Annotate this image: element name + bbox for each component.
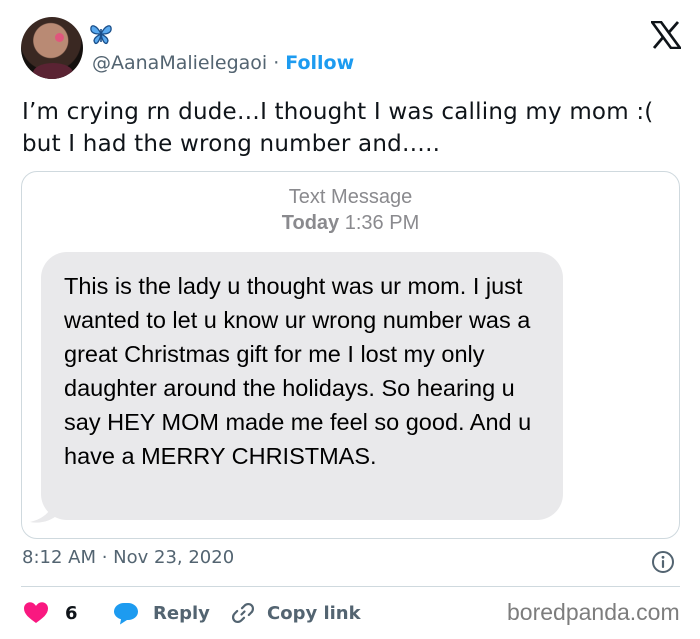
link-icon [231,602,255,624]
info-icon[interactable] [651,550,675,574]
handle-separator: · [273,52,280,74]
embedded-image-card[interactable]: Text Message Today 1:36 PM This is the l… [21,171,680,539]
speech-bubble-icon [114,603,138,625]
avatar[interactable] [21,17,83,79]
copy-link-button[interactable]: Copy link [231,596,361,630]
tweet-timestamp[interactable]: 8:12 AM · Nov 23, 2020 [22,547,234,568]
sms-header-day: Today [281,212,340,234]
sms-bubble-tail [30,498,58,523]
follow-button[interactable]: Follow [285,52,354,74]
tweet-text: I’m crying rn dude…I thought I was calli… [22,99,654,157]
avatar-flower [55,33,64,42]
tweet-header: @AanaMalielegaoi · Follow [21,17,681,81]
copy-link-label: Copy link [267,602,361,624]
x-logo-icon[interactable] [651,21,681,49]
actions-divider [21,586,680,587]
avatar-shirt [33,63,73,79]
reply-button[interactable]: Reply [113,596,210,630]
like-count: 6 [65,602,78,624]
sms-message-text: This is the lady u thought was ur mom. I… [64,273,532,469]
heart-icon [24,602,48,623]
tweet-actions: 6 Reply Copy link [21,596,491,630]
author-handle-row: @AanaMalielegaoi · Follow [92,52,354,74]
watermark: boredpanda.com [507,599,680,625]
sms-header-time: 1:36 PM [344,212,420,234]
like-button[interactable]: 6 [23,596,78,630]
butterfly-icon [90,25,112,45]
sms-header-time-row: Today 1:36 PM [22,210,679,236]
sms-header: Text Message Today 1:36 PM [22,184,679,236]
sms-header-title: Text Message [288,186,413,208]
reply-label: Reply [153,602,210,624]
author-handle[interactable]: @AanaMalielegaoi [92,52,267,74]
